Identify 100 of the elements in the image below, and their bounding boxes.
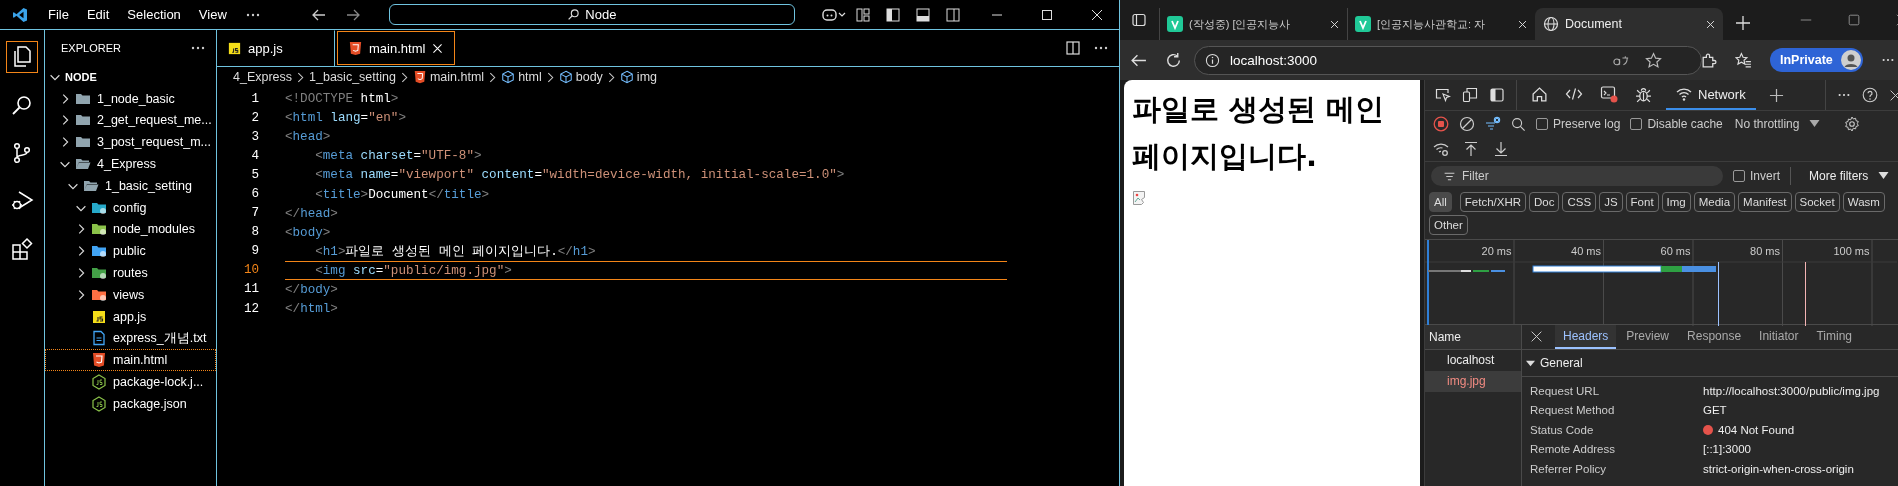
- details-tab[interactable]: Preview: [1618, 325, 1678, 349]
- close-icon[interactable]: [1329, 18, 1340, 30]
- menu-item[interactable]: View: [198, 7, 227, 22]
- type-filter-chip[interactable]: Wasm: [1842, 192, 1885, 212]
- secondary-sidebar-icon[interactable]: [945, 6, 961, 23]
- profile-button[interactable]: InPrivate: [1770, 48, 1863, 72]
- address-bar[interactable]: localhost:3000: [1194, 45, 1702, 75]
- editor-tab[interactable]: app.js: [217, 30, 335, 66]
- breadcrumb[interactable]: main.html: [412, 70, 485, 84]
- checkbox[interactable]: [1733, 170, 1745, 182]
- clear-icon[interactable]: [1459, 116, 1475, 132]
- details-tab[interactable]: Headers: [1555, 325, 1617, 349]
- filter-icon[interactable]: [1485, 116, 1501, 132]
- tree-item[interactable]: node_modules: [45, 218, 216, 241]
- breadcrumb[interactable]: 1_basic_setting: [309, 70, 396, 84]
- details-tab[interactable]: Timing: [1808, 325, 1860, 349]
- star-icon[interactable]: [1645, 51, 1662, 69]
- tree-item[interactable]: app.js: [45, 305, 216, 328]
- type-filter-chip[interactable]: Other: [1429, 215, 1468, 235]
- type-filter-chip[interactable]: Fetch/XHR: [1459, 192, 1527, 212]
- editor-tab[interactable]: main.html: [337, 31, 455, 65]
- type-filter-chip[interactable]: Img: [1661, 192, 1691, 212]
- details-tab[interactable]: Response: [1679, 325, 1750, 349]
- upload-icon[interactable]: [1463, 141, 1479, 157]
- caret-icon[interactable]: [1809, 120, 1821, 128]
- tree-item[interactable]: package-lock.j...: [45, 371, 216, 393]
- settings-icon[interactable]: [1844, 116, 1861, 132]
- more-filters-dropdown[interactable]: More filters: [1809, 169, 1869, 183]
- type-filter-chip[interactable]: JS: [1599, 192, 1623, 212]
- dock-icon[interactable]: [1489, 87, 1505, 103]
- sidebar-toggle-icon[interactable]: [885, 6, 901, 23]
- extensions-icon[interactable]: [1700, 51, 1717, 69]
- panel-toggle-icon[interactable]: [915, 6, 931, 23]
- section-header[interactable]: General: [1522, 350, 1898, 377]
- tree-item[interactable]: routes: [45, 262, 216, 284]
- js-file-icon: [227, 41, 242, 56]
- breadcrumb[interactable]: html: [501, 70, 542, 84]
- download-icon[interactable]: [1493, 141, 1509, 157]
- browser-tab[interactable]: Document: [1535, 8, 1723, 40]
- tree-item[interactable]: 1_basic_setting: [45, 175, 216, 197]
- favorites-icon[interactable]: [1735, 51, 1752, 69]
- tree-item[interactable]: config: [45, 196, 216, 219]
- tree-item[interactable]: 3_post_request_m...: [45, 131, 216, 154]
- checkbox[interactable]: [1630, 118, 1643, 130]
- checkbox[interactable]: [1536, 118, 1548, 130]
- tab-actions-icon[interactable]: [1131, 12, 1147, 28]
- code-line: </body>: [285, 282, 339, 299]
- tree-item[interactable]: 4_Express: [45, 153, 216, 175]
- add-tab-icon[interactable]: [1768, 87, 1784, 103]
- tree-item[interactable]: NODE: [45, 66, 216, 88]
- name-column-header[interactable]: Name: [1425, 325, 1521, 350]
- type-filter-chip[interactable]: Doc: [1529, 192, 1560, 212]
- close-icon[interactable]: [1705, 18, 1716, 30]
- tree-item[interactable]: views: [45, 283, 216, 306]
- tree-item[interactable]: 2_get_request_me...: [45, 109, 216, 132]
- tree-item[interactable]: 1_node_basic: [45, 87, 216, 110]
- header-name: Request URL: [1530, 384, 1601, 397]
- menu-item[interactable]: Selection: [127, 7, 181, 22]
- breadcrumb[interactable]: img: [619, 70, 657, 84]
- copilot-icon[interactable]: [821, 6, 847, 23]
- caret-icon[interactable]: [1878, 172, 1890, 180]
- type-filter-chip[interactable]: Media: [1693, 192, 1736, 212]
- search-icon[interactable]: [1511, 116, 1526, 132]
- console-icon: [1600, 85, 1618, 103]
- details-tab[interactable]: Initiator: [1751, 325, 1807, 349]
- tree-item[interactable]: package.json: [45, 392, 216, 415]
- type-filter-chip[interactable]: Manifest: [1738, 192, 1792, 212]
- explorer-tab[interactable]: [6, 41, 38, 73]
- tree-item[interactable]: main.html: [45, 349, 216, 372]
- request-row[interactable]: localhost: [1425, 350, 1521, 371]
- request-row[interactable]: img.jpg: [1425, 371, 1521, 392]
- close-icon[interactable]: [431, 41, 445, 55]
- device-icon[interactable]: [1462, 87, 1478, 103]
- record-icon[interactable]: [1433, 116, 1449, 132]
- type-filter-chip[interactable]: All: [1429, 192, 1452, 212]
- new-tab-icon[interactable]: [1735, 15, 1751, 31]
- inspect-icon[interactable]: [1435, 87, 1451, 103]
- tree-item[interactable]: express_개념.txt: [45, 327, 216, 350]
- code-line: <head>: [285, 129, 332, 147]
- tree-item[interactable]: public: [45, 240, 216, 263]
- help-icon[interactable]: [1861, 87, 1878, 103]
- network-tab[interactable]: Network: [1666, 80, 1756, 110]
- refresh-icon[interactable]: [1165, 51, 1182, 69]
- info-icon[interactable]: [1205, 52, 1220, 68]
- menu-item[interactable]: Edit: [86, 7, 110, 22]
- type-filter-chip[interactable]: CSS: [1562, 192, 1597, 212]
- layout-icon[interactable]: [855, 6, 871, 23]
- close-icon[interactable]: [1530, 330, 1543, 343]
- split-editor-icon[interactable]: [1065, 40, 1081, 56]
- filter-field[interactable]: Filter: [1431, 166, 1723, 186]
- breadcrumb[interactable]: 4_Express: [233, 70, 293, 84]
- breadcrumb[interactable]: body: [558, 70, 603, 84]
- type-filter-chip[interactable]: Socket: [1794, 192, 1840, 212]
- close-icon[interactable]: [1517, 18, 1528, 30]
- network-conditions-icon[interactable]: [1433, 141, 1449, 157]
- command-center[interactable]: Node: [388, 4, 795, 25]
- menu-item[interactable]: File: [48, 7, 69, 22]
- throttling-dropdown[interactable]: No throttling: [1734, 117, 1800, 131]
- type-filter-chip[interactable]: Font: [1625, 192, 1659, 212]
- close-icon[interactable]: [1888, 88, 1898, 102]
